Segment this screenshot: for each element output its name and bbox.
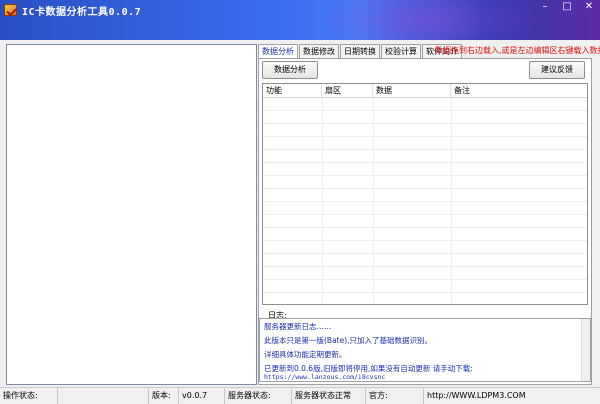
- log-line: 服务器更新日志……: [264, 322, 332, 331]
- status-official-label: 官方:: [366, 388, 424, 404]
- tab-data-modify[interactable]: 数据修改: [299, 44, 339, 58]
- status-version-value: v0.0.7: [179, 388, 225, 404]
- tab-checksum[interactable]: 校验计算: [381, 44, 421, 58]
- window-title: IC卡数据分析工具0.0.7: [22, 7, 142, 18]
- tab-bar: 数据分析 数据修改 日期转换 校验计算 软件简介: [258, 44, 463, 59]
- status-op-value: [58, 388, 149, 404]
- status-bar: 操作状态: 版本: v0.0.7 服务器状态: 服务器状态正常 官方: http…: [0, 387, 600, 404]
- tab-data-analysis[interactable]: 数据分析: [258, 44, 298, 59]
- log-line: 此版本只是第一版(Bate),只加入了基础数据识别。: [264, 336, 433, 345]
- log-scrollbar[interactable]: [581, 319, 590, 381]
- column-divider: [451, 98, 452, 304]
- feedback-button[interactable]: 建议反馈: [529, 61, 585, 79]
- minimize-button[interactable]: –: [540, 2, 550, 12]
- column-header-sector[interactable]: 扇区: [322, 84, 373, 97]
- tab-date-convert[interactable]: 日期转换: [340, 44, 380, 58]
- window-controls: – □ ✕: [540, 2, 594, 12]
- download-link[interactable]: https://www.lanzous.com/i8cvsnc: [264, 373, 385, 381]
- status-op-label: 操作状态:: [0, 388, 58, 404]
- data-editor-area[interactable]: [6, 44, 257, 385]
- table-body: [263, 98, 587, 304]
- column-header-remark[interactable]: 备注: [451, 84, 587, 97]
- table-header: 功能 扇区 数据 备注: [263, 84, 587, 98]
- title-bar[interactable]: IC卡数据分析工具0.0.7 – □ ✕: [0, 0, 600, 40]
- official-website-link[interactable]: http://WWW.LDPM3.COM: [424, 388, 600, 404]
- maximize-button[interactable]: □: [562, 2, 572, 12]
- status-server-label: 服务器状态:: [225, 388, 292, 404]
- analyze-button[interactable]: 数据分析: [262, 61, 318, 79]
- close-button[interactable]: ✕: [584, 2, 594, 12]
- status-server-value: 服务器状态正常: [292, 388, 366, 404]
- log-line: 详细具体功能定期更新。: [264, 350, 347, 359]
- column-divider: [322, 98, 323, 304]
- log-panel[interactable]: 服务器更新日志…… 此版本只是第一版(Bate),只加入了基础数据识别。 详细具…: [259, 318, 591, 382]
- column-header-data[interactable]: 数据: [373, 84, 451, 97]
- app-icon: [4, 4, 17, 16]
- column-divider: [373, 98, 374, 304]
- result-table[interactable]: 功能 扇区 数据 备注: [262, 83, 588, 305]
- tab-hint-text: 数据拖到右边载入,或是左边编辑区右键载入数据: [435, 46, 600, 55]
- column-header-function[interactable]: 功能: [263, 84, 322, 97]
- status-version-label: 版本:: [149, 388, 179, 404]
